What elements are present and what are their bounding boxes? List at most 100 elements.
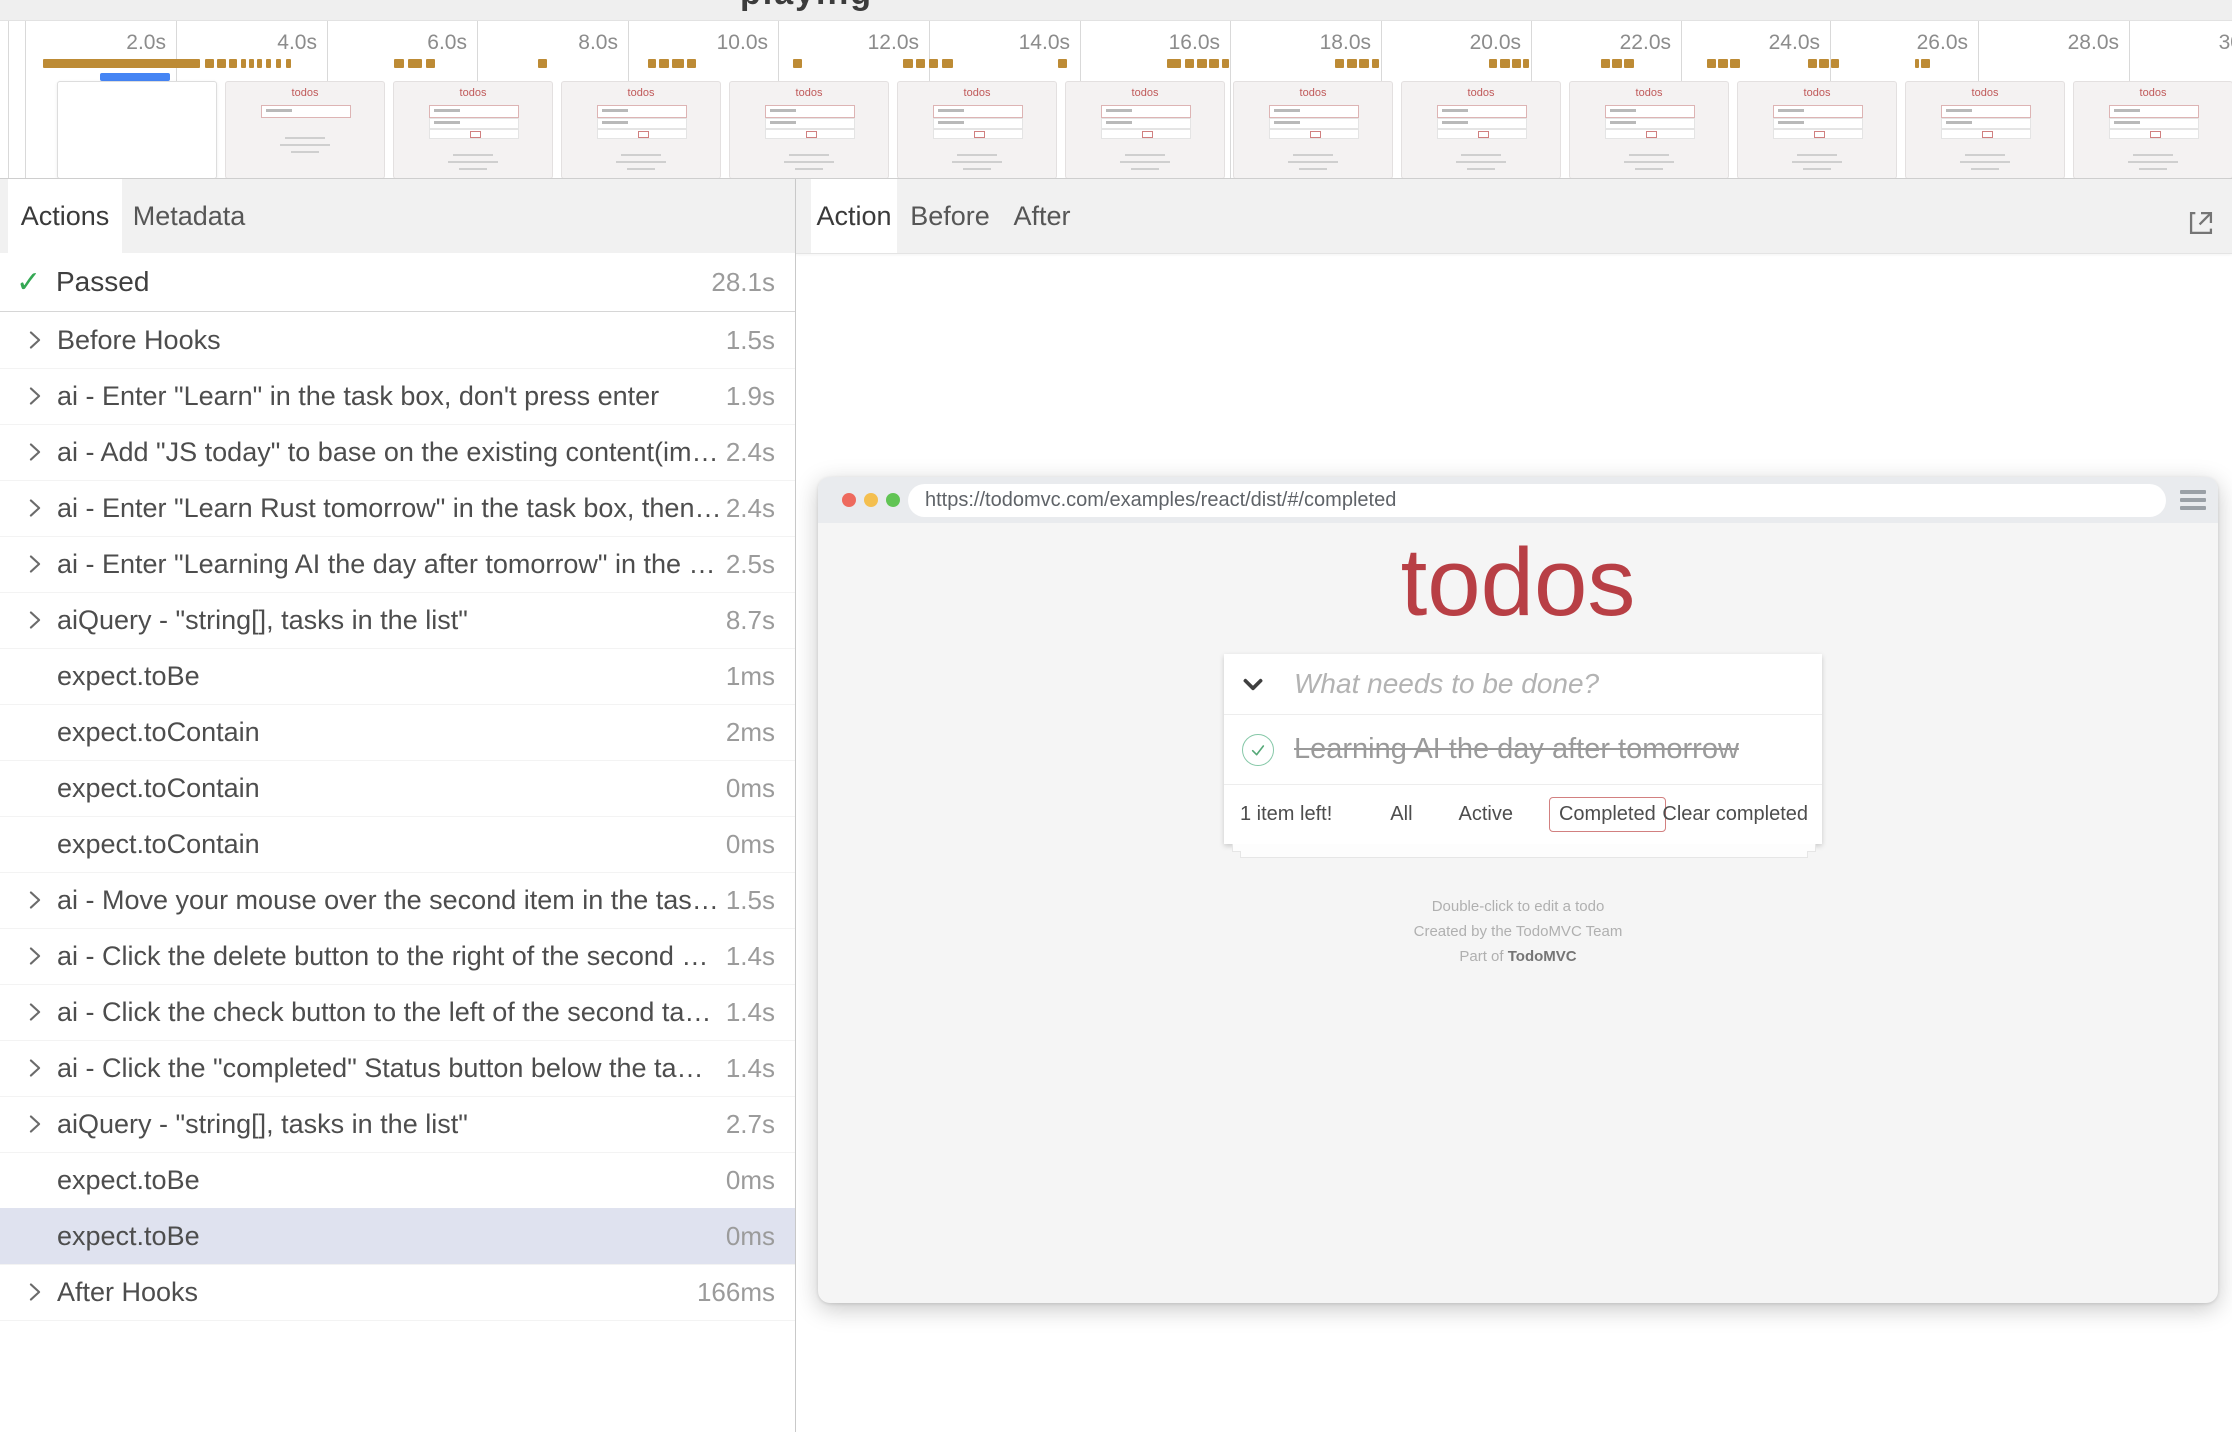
expand-chevron-icon[interactable] bbox=[24, 1113, 46, 1135]
mini-footer-line bbox=[1971, 168, 1999, 170]
toggle-all-chevron-icon[interactable] bbox=[1240, 671, 1266, 697]
tab-metadata[interactable]: Metadata bbox=[128, 179, 250, 253]
filmstrip-thumbnail[interactable]: todos bbox=[729, 81, 889, 179]
action-row-duration: 2.4s bbox=[726, 437, 775, 468]
action-row[interactable]: ai - Click the delete button to the righ… bbox=[0, 928, 795, 985]
action-row[interactable]: aiQuery - "string[], tasks in the list"8… bbox=[0, 592, 795, 649]
traffic-light-zoom-icon bbox=[886, 493, 900, 507]
action-marker bbox=[408, 59, 422, 68]
action-marker bbox=[1612, 59, 1622, 68]
filter-all[interactable]: All bbox=[1380, 797, 1422, 832]
panel-divider[interactable] bbox=[795, 179, 796, 1432]
mini-item-text bbox=[938, 121, 964, 124]
mini-list-item bbox=[933, 118, 1023, 129]
action-row-duration: 2ms bbox=[726, 717, 775, 748]
mini-footer-line bbox=[291, 151, 319, 153]
action-row[interactable]: ai - Click the check button to the left … bbox=[0, 984, 795, 1041]
mini-todos-title: todos bbox=[226, 87, 384, 99]
action-row[interactable]: ai - Move your mouse over the second ite… bbox=[0, 872, 795, 929]
mini-footer-bar bbox=[1437, 129, 1527, 139]
todo-list-item[interactable]: Learning AI the day after tomorrow bbox=[1224, 715, 1822, 785]
todo-item-text: Learning AI the day after tomorrow bbox=[1294, 733, 1739, 766]
filter-completed[interactable]: Completed bbox=[1549, 797, 1666, 832]
expand-chevron-icon[interactable] bbox=[24, 945, 46, 967]
tab-actions[interactable]: Actions bbox=[8, 179, 122, 253]
action-row[interactable]: expect.toBe0ms bbox=[0, 1152, 795, 1209]
action-row-duration: 1.4s bbox=[726, 1053, 775, 1084]
action-marker bbox=[1489, 59, 1497, 68]
expand-chevron-icon[interactable] bbox=[24, 385, 46, 407]
mini-input-box bbox=[1605, 105, 1695, 118]
action-marker bbox=[1831, 59, 1839, 68]
mini-filter-selected bbox=[1310, 131, 1321, 138]
mini-item-text bbox=[1106, 121, 1132, 124]
test-status-row[interactable]: ✓ Passed 28.1s bbox=[0, 253, 795, 312]
action-marker bbox=[276, 59, 281, 68]
action-row[interactable]: expect.toBe0ms bbox=[0, 1208, 795, 1265]
expand-chevron-icon[interactable] bbox=[24, 441, 46, 463]
expand-chevron-icon[interactable] bbox=[24, 1001, 46, 1023]
mini-item-text bbox=[602, 121, 628, 124]
action-row[interactable]: ai - Add "JS today" to base on the exist… bbox=[0, 424, 795, 481]
action-marker bbox=[672, 59, 684, 68]
action-row[interactable]: aiQuery - "string[], tasks in the list"2… bbox=[0, 1096, 795, 1153]
action-row[interactable]: expect.toContain2ms bbox=[0, 704, 795, 761]
expand-chevron-icon[interactable] bbox=[24, 553, 46, 575]
todo-completed-toggle[interactable] bbox=[1242, 734, 1274, 766]
clear-completed-button[interactable]: Clear completed bbox=[1662, 803, 1808, 826]
filmstrip-thumbnail[interactable]: todos bbox=[897, 81, 1057, 179]
action-row[interactable]: expect.toContain0ms bbox=[0, 816, 795, 873]
expand-chevron-icon[interactable] bbox=[24, 497, 46, 519]
action-row[interactable]: ai - Enter "Learning AI the day after to… bbox=[0, 536, 795, 593]
action-row[interactable]: ai - Enter "Learn" in the task box, don'… bbox=[0, 368, 795, 425]
action-marker bbox=[1222, 59, 1229, 68]
filter-active[interactable]: Active bbox=[1449, 797, 1523, 832]
action-row-duration: 2.4s bbox=[726, 493, 775, 524]
filmstrip-thumbnail[interactable]: todos bbox=[1737, 81, 1897, 179]
partof-prefix: Part of bbox=[1459, 948, 1507, 965]
filmstrip-thumbnail[interactable]: todos bbox=[393, 81, 553, 179]
action-row[interactable]: ai - Click the "completed" Status button… bbox=[0, 1040, 795, 1097]
filmstrip-thumbnail[interactable]: todos bbox=[561, 81, 721, 179]
new-todo-placeholder[interactable]: What needs to be done? bbox=[1294, 668, 1599, 700]
tab-action[interactable]: Action bbox=[811, 179, 897, 253]
expand-chevron-icon[interactable] bbox=[24, 889, 46, 911]
hamburger-menu-icon[interactable] bbox=[2180, 490, 2206, 494]
filmstrip-thumbnail[interactable]: todos bbox=[1569, 81, 1729, 179]
filmstrip-thumbnail[interactable]: todos bbox=[2073, 81, 2232, 179]
tab-after[interactable]: After bbox=[1006, 179, 1078, 253]
timeline[interactable]: 2.0s4.0s6.0s8.0s10.0s12.0s14.0s16.0s18.0… bbox=[0, 21, 2232, 179]
expand-chevron-icon[interactable] bbox=[24, 1281, 46, 1303]
mini-todos-title: todos bbox=[394, 87, 552, 99]
mini-footer-line bbox=[616, 161, 666, 163]
action-row[interactable]: After Hooks166ms bbox=[0, 1264, 795, 1321]
action-row[interactable]: expect.toContain0ms bbox=[0, 760, 795, 817]
action-row[interactable]: Before Hooks1.5s bbox=[0, 312, 795, 369]
new-todo-row[interactable]: What needs to be done? bbox=[1224, 654, 1822, 715]
open-snapshot-in-new-tab-button[interactable] bbox=[2184, 206, 2218, 240]
filmstrip-thumbnail[interactable]: todos bbox=[1401, 81, 1561, 179]
filmstrip-thumbnail[interactable]: todos bbox=[225, 81, 385, 179]
selected-range-bar[interactable] bbox=[100, 73, 170, 81]
action-row-label: expect.toBe bbox=[57, 661, 718, 692]
action-row-label: ai - Click the check button to the left … bbox=[57, 997, 718, 1028]
action-row[interactable]: ai - Enter "Learn Rust tomorrow" in the … bbox=[0, 480, 795, 537]
expand-chevron-icon[interactable] bbox=[24, 1057, 46, 1079]
filmstrip-thumbnail[interactable]: todos bbox=[1233, 81, 1393, 179]
tab-before[interactable]: Before bbox=[904, 179, 996, 253]
mini-footer-line bbox=[627, 168, 655, 170]
mini-footer-bar bbox=[1773, 129, 1863, 139]
action-marker bbox=[648, 59, 656, 68]
action-marker bbox=[1372, 59, 1379, 68]
mini-footer-line bbox=[1293, 154, 1333, 156]
filmstrip-thumbnail[interactable]: todos bbox=[1905, 81, 2065, 179]
expand-chevron-icon[interactable] bbox=[24, 609, 46, 631]
address-bar[interactable]: https://todomvc.com/examples/react/dist/… bbox=[908, 484, 2166, 517]
expand-chevron-icon[interactable] bbox=[24, 329, 46, 351]
filmstrip-thumbnail[interactable] bbox=[57, 81, 217, 179]
filmstrip-thumbnail[interactable]: todos bbox=[1065, 81, 1225, 179]
action-marker bbox=[249, 59, 254, 68]
mini-footer-line bbox=[1624, 161, 1674, 163]
todomvc-link[interactable]: TodoMVC bbox=[1508, 948, 1577, 965]
action-row[interactable]: expect.toBe1ms bbox=[0, 648, 795, 705]
